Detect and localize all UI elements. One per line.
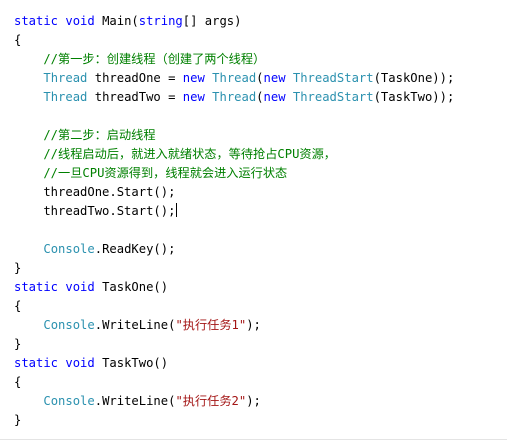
code-token: ); (246, 394, 261, 408)
code-line[interactable]: Console.WriteLine("执行任务2"); (14, 392, 454, 411)
code-line[interactable]: static void TaskTwo() (14, 354, 454, 373)
code-token: TaskTwo() (102, 356, 169, 370)
code-token: } (14, 261, 22, 275)
code-line[interactable]: static void TaskOne() (14, 278, 454, 297)
code-token: new (182, 90, 205, 104)
code-token: threadOne = (87, 71, 183, 85)
code-token: .WriteLine( (94, 394, 176, 408)
code-token: threadTwo = (87, 90, 183, 104)
code-line[interactable]: //第二步：启动线程 (14, 126, 454, 145)
code-token: new (263, 90, 286, 104)
code-token: "执行任务1" (175, 318, 247, 332)
code-token: ThreadStart (292, 71, 374, 85)
code-token: static void (14, 280, 103, 294)
code-token: //第一步：创建线程（创建了两个线程） (14, 52, 266, 66)
code-token: Console (43, 318, 95, 332)
code-token: new (182, 71, 205, 85)
code-line[interactable] (14, 107, 454, 126)
code-token: TaskOne() (102, 280, 169, 294)
code-token: "执行任务2" (175, 394, 247, 408)
code-token: Thread (43, 90, 88, 104)
code-line[interactable]: Console.ReadKey(); (14, 240, 454, 259)
code-line[interactable]: Console.WriteLine("执行任务1"); (14, 316, 454, 335)
code-line[interactable]: static void Main(string[] args) (14, 12, 454, 31)
code-token: static void (14, 14, 103, 28)
code-token: ); (246, 318, 261, 332)
code-token: Main( (102, 14, 139, 28)
code-token: //第二步：启动线程 (14, 128, 156, 142)
code-token: } (14, 413, 22, 427)
code-line[interactable]: Thread threadTwo = new Thread(new Thread… (14, 88, 454, 107)
code-token: Thread (212, 90, 257, 104)
code-token: { (14, 299, 22, 313)
code-token: .ReadKey(); (94, 242, 176, 256)
code-token: { (14, 33, 22, 47)
code-token: ( (256, 90, 264, 104)
code-token: string (138, 14, 183, 28)
code-token: new (263, 71, 286, 85)
code-line[interactable]: //第一步：创建线程（创建了两个线程） (14, 50, 454, 69)
code-token: threadTwo.Start(); (14, 204, 176, 218)
code-token: { (14, 375, 22, 389)
code-token: //一旦CPU资源得到，线程就会进入运行状态 (14, 166, 288, 180)
code-token: } (14, 337, 22, 351)
code-token: ThreadStart (292, 90, 374, 104)
code-token: .WriteLine( (94, 318, 176, 332)
text-caret (176, 203, 178, 217)
code-line[interactable]: } (14, 335, 454, 354)
code-line[interactable] (14, 221, 454, 240)
code-token: static void (14, 356, 103, 370)
code-line[interactable]: //线程启动后，就进入就绪状态，等待抢占CPU资源， (14, 145, 454, 164)
code-line[interactable]: { (14, 31, 454, 50)
code-token: Thread (43, 71, 88, 85)
code-line[interactable]: } (14, 411, 454, 430)
code-editor[interactable]: static void Main(string[] args) { //第一步：创… (0, 0, 507, 440)
code-token: Console (43, 394, 95, 408)
code-token: (TaskTwo)); (373, 90, 455, 104)
code-line[interactable]: threadOne.Start(); (14, 183, 454, 202)
code-token: Thread (212, 71, 257, 85)
code-line[interactable]: { (14, 373, 454, 392)
code-token: ( (256, 71, 264, 85)
code-line[interactable]: } (14, 259, 454, 278)
code-token: threadOne.Start(); (14, 185, 176, 199)
code-line[interactable]: { (14, 297, 454, 316)
code-token: (TaskOne)); (373, 71, 455, 85)
code-line[interactable]: threadTwo.Start(); (14, 202, 454, 221)
code-token: //线程启动后，就进入就绪状态，等待抢占CPU资源， (14, 147, 336, 161)
code-token: Console (43, 242, 95, 256)
code-text-area[interactable]: static void Main(string[] args) { //第一步：创… (14, 12, 454, 430)
code-token: [] args) (182, 14, 242, 28)
code-line[interactable]: Thread threadOne = new Thread(new Thread… (14, 69, 454, 88)
code-line[interactable]: //一旦CPU资源得到，线程就会进入运行状态 (14, 164, 454, 183)
